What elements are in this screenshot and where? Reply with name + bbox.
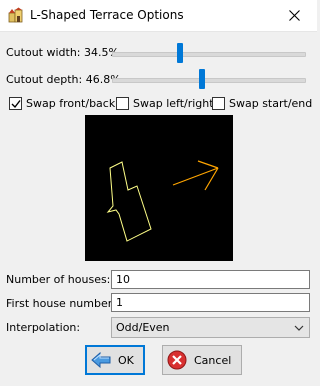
cancel-button[interactable]: Cancel	[162, 345, 242, 375]
checkbox-box[interactable]	[116, 96, 129, 110]
slider-track	[112, 52, 306, 57]
checkbox-label: Swap left/right	[133, 96, 214, 110]
slider-track	[112, 78, 306, 83]
checkmark-icon	[11, 99, 21, 108]
ok-label: OK	[118, 353, 134, 367]
checkbox-label: Swap front/back	[26, 96, 116, 110]
cancel-icon	[167, 350, 187, 370]
interpolation-value: Odd/Even	[116, 321, 170, 334]
ok-arrow-icon	[91, 351, 111, 369]
cutout-width-slider[interactable]	[112, 43, 306, 63]
cutout-depth-label: Cutout depth: 46.8%	[6, 73, 121, 86]
interpolation-select[interactable]: Odd/Even	[111, 317, 310, 338]
cutout-depth-slider[interactable]	[112, 69, 306, 89]
checkbox-box[interactable]	[212, 96, 225, 110]
terrace-app-icon	[8, 7, 23, 23]
slider-thumb[interactable]	[177, 43, 183, 63]
close-button[interactable]	[271, 0, 317, 31]
swap-front-back-checkbox[interactable]: Swap front/back	[9, 95, 115, 111]
swap-start-end-checkbox[interactable]: Swap start/end	[212, 95, 312, 111]
swap-left-right-checkbox[interactable]: Swap left/right	[116, 95, 214, 111]
chevron-down-icon	[294, 325, 304, 331]
cancel-label: Cancel	[194, 353, 232, 367]
direction-arrow-icon	[172, 160, 219, 191]
ok-button[interactable]: OK	[85, 345, 145, 375]
number-of-houses-input[interactable]: 10	[111, 270, 310, 289]
first-house-number-label: First house number:	[6, 297, 116, 310]
terrace-preview	[85, 115, 233, 261]
interpolation-label: Interpolation:	[6, 321, 81, 334]
window-title: L-Shaped Terrace Options	[30, 8, 184, 22]
checkbox-label: Swap start/end	[229, 96, 313, 110]
terrace-outline	[106, 161, 152, 242]
cutout-width-label: Cutout width: 34.5%	[6, 46, 119, 59]
slider-thumb[interactable]	[199, 69, 205, 89]
close-icon	[288, 10, 300, 21]
title-bar: L-Shaped Terrace Options	[0, 0, 317, 32]
first-house-number-input[interactable]: 1	[111, 293, 310, 312]
number-of-houses-label: Number of houses:	[6, 273, 111, 286]
checkbox-box[interactable]	[9, 96, 22, 110]
